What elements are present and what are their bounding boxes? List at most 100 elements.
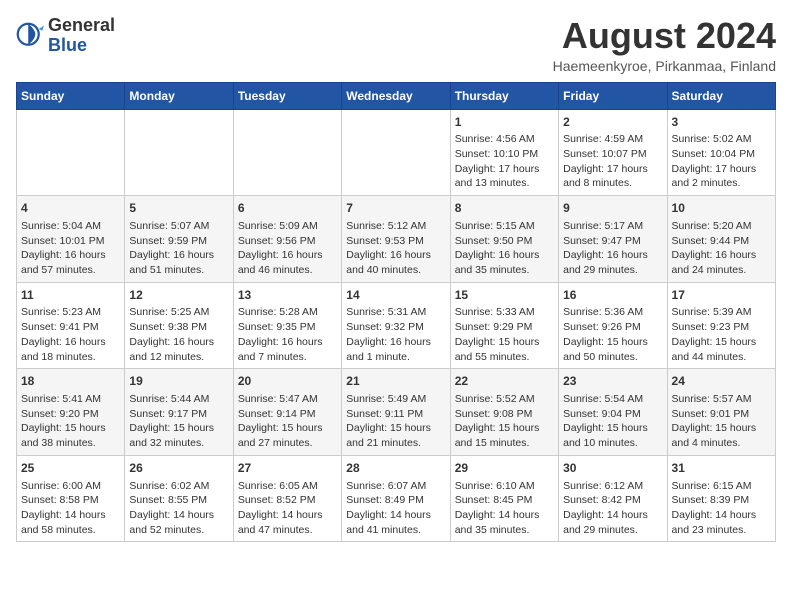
day-number: 22	[455, 373, 554, 390]
day-info: Sunset: 8:55 PM	[129, 493, 228, 508]
day-number: 7	[346, 200, 445, 217]
day-info: Sunset: 10:10 PM	[455, 147, 554, 162]
day-info: Sunrise: 5:54 AM	[563, 392, 662, 407]
day-info: and 46 minutes.	[238, 263, 337, 278]
day-info: and 24 minutes.	[672, 263, 771, 278]
day-number: 27	[238, 460, 337, 477]
day-number: 6	[238, 200, 337, 217]
title-block: August 2024 Haemeenkyroe, Pirkanmaa, Fin…	[553, 16, 776, 74]
day-number: 12	[129, 287, 228, 304]
day-info: and 57 minutes.	[21, 263, 120, 278]
day-info: Sunrise: 5:17 AM	[563, 219, 662, 234]
calendar-week-row: 1Sunrise: 4:56 AMSunset: 10:10 PMDayligh…	[17, 109, 776, 196]
header-day: Monday	[125, 82, 233, 109]
day-info: and 51 minutes.	[129, 263, 228, 278]
day-info: Sunset: 9:41 PM	[21, 320, 120, 335]
day-number: 28	[346, 460, 445, 477]
header-row: SundayMondayTuesdayWednesdayThursdayFrid…	[17, 82, 776, 109]
calendar-cell: 11Sunrise: 5:23 AMSunset: 9:41 PMDayligh…	[17, 282, 125, 369]
day-info: Daylight: 15 hours	[238, 421, 337, 436]
logo-text: General Blue	[48, 16, 115, 56]
day-info: Daylight: 16 hours	[129, 248, 228, 263]
day-info: Daylight: 15 hours	[455, 335, 554, 350]
day-info: Sunrise: 5:12 AM	[346, 219, 445, 234]
day-info: Sunset: 9:32 PM	[346, 320, 445, 335]
day-info: Sunset: 9:23 PM	[672, 320, 771, 335]
calendar-cell: 8 Sunrise: 5:15 AMSunset: 9:50 PMDaylight…	[450, 196, 558, 283]
day-info: Daylight: 16 hours	[238, 248, 337, 263]
day-info: Sunrise: 5:36 AM	[563, 305, 662, 320]
header-day: Sunday	[17, 82, 125, 109]
day-info: Daylight: 16 hours	[346, 335, 445, 350]
day-info: Daylight: 15 hours	[563, 421, 662, 436]
day-info: Daylight: 14 hours	[672, 508, 771, 523]
day-info: Sunset: 9:44 PM	[672, 234, 771, 249]
day-number: 9	[563, 200, 662, 217]
day-number: 13	[238, 287, 337, 304]
calendar-cell: 28Sunrise: 6:07 AMSunset: 8:49 PMDayligh…	[342, 455, 450, 542]
page-header: General Blue August 2024 Haemeenkyroe, P…	[16, 16, 776, 74]
day-info: and 2 minutes.	[672, 176, 771, 191]
day-info: and 15 minutes.	[455, 436, 554, 451]
day-info: Sunset: 9:50 PM	[455, 234, 554, 249]
calendar-cell: 2Sunrise: 4:59 AMSunset: 10:07 PMDayligh…	[559, 109, 667, 196]
day-number: 8	[455, 200, 554, 217]
calendar-cell: 13Sunrise: 5:28 AMSunset: 9:35 PMDayligh…	[233, 282, 341, 369]
day-info: Daylight: 14 hours	[238, 508, 337, 523]
day-info: Sunrise: 5:41 AM	[21, 392, 120, 407]
day-info: Daylight: 16 hours	[672, 248, 771, 263]
calendar-cell: 1Sunrise: 4:56 AMSunset: 10:10 PMDayligh…	[450, 109, 558, 196]
day-info: Sunset: 9:04 PM	[563, 407, 662, 422]
day-info: Sunset: 9:38 PM	[129, 320, 228, 335]
calendar-cell: 5Sunrise: 5:07 AMSunset: 9:59 PMDaylight…	[125, 196, 233, 283]
day-info: and 18 minutes.	[21, 350, 120, 365]
day-info: Daylight: 16 hours	[21, 248, 120, 263]
day-info: Daylight: 14 hours	[21, 508, 120, 523]
day-number: 3	[672, 114, 771, 131]
day-info: Sunrise: 5:09 AM	[238, 219, 337, 234]
day-info: Sunset: 8:52 PM	[238, 493, 337, 508]
calendar-week-row: 11Sunrise: 5:23 AMSunset: 9:41 PMDayligh…	[17, 282, 776, 369]
day-info: Daylight: 15 hours	[672, 335, 771, 350]
calendar-header: SundayMondayTuesdayWednesdayThursdayFrid…	[17, 82, 776, 109]
day-info: Sunrise: 6:15 AM	[672, 479, 771, 494]
day-info: and 12 minutes.	[129, 350, 228, 365]
day-info: Daylight: 14 hours	[346, 508, 445, 523]
day-info: Sunrise: 5:15 AM	[455, 219, 554, 234]
day-info: and 1 minute.	[346, 350, 445, 365]
header-day: Tuesday	[233, 82, 341, 109]
calendar-cell: 22Sunrise: 5:52 AMSunset: 9:08 PMDayligh…	[450, 369, 558, 456]
logo: General Blue	[16, 16, 115, 56]
day-info: Daylight: 15 hours	[346, 421, 445, 436]
header-day: Thursday	[450, 82, 558, 109]
day-number: 1	[455, 114, 554, 131]
day-info: Sunrise: 5:47 AM	[238, 392, 337, 407]
day-info: Sunrise: 5:57 AM	[672, 392, 771, 407]
day-info: Daylight: 16 hours	[455, 248, 554, 263]
day-info: Sunrise: 5:04 AM	[21, 219, 120, 234]
day-info: Sunset: 9:20 PM	[21, 407, 120, 422]
day-info: Sunrise: 5:44 AM	[129, 392, 228, 407]
day-info: Sunset: 10:04 PM	[672, 147, 771, 162]
day-info: Daylight: 14 hours	[563, 508, 662, 523]
day-info: Daylight: 16 hours	[129, 335, 228, 350]
calendar-cell: 24Sunrise: 5:57 AMSunset: 9:01 PMDayligh…	[667, 369, 775, 456]
day-number: 21	[346, 373, 445, 390]
calendar-cell: 21Sunrise: 5:49 AMSunset: 9:11 PMDayligh…	[342, 369, 450, 456]
logo-icon	[16, 22, 44, 50]
calendar-week-row: 4Sunrise: 5:04 AMSunset: 10:01 PMDayligh…	[17, 196, 776, 283]
day-info: and 58 minutes.	[21, 523, 120, 538]
day-number: 24	[672, 373, 771, 390]
day-info: and 13 minutes.	[455, 176, 554, 191]
calendar-cell: 27Sunrise: 6:05 AMSunset: 8:52 PMDayligh…	[233, 455, 341, 542]
header-day: Wednesday	[342, 82, 450, 109]
day-info: Sunrise: 5:23 AM	[21, 305, 120, 320]
day-info: Sunset: 8:42 PM	[563, 493, 662, 508]
day-info: Sunset: 9:29 PM	[455, 320, 554, 335]
day-info: and 47 minutes.	[238, 523, 337, 538]
day-info: Sunset: 9:26 PM	[563, 320, 662, 335]
day-number: 20	[238, 373, 337, 390]
day-info: and 52 minutes.	[129, 523, 228, 538]
calendar-cell: 3Sunrise: 5:02 AMSunset: 10:04 PMDayligh…	[667, 109, 775, 196]
calendar-cell: 10Sunrise: 5:20 AMSunset: 9:44 PMDayligh…	[667, 196, 775, 283]
